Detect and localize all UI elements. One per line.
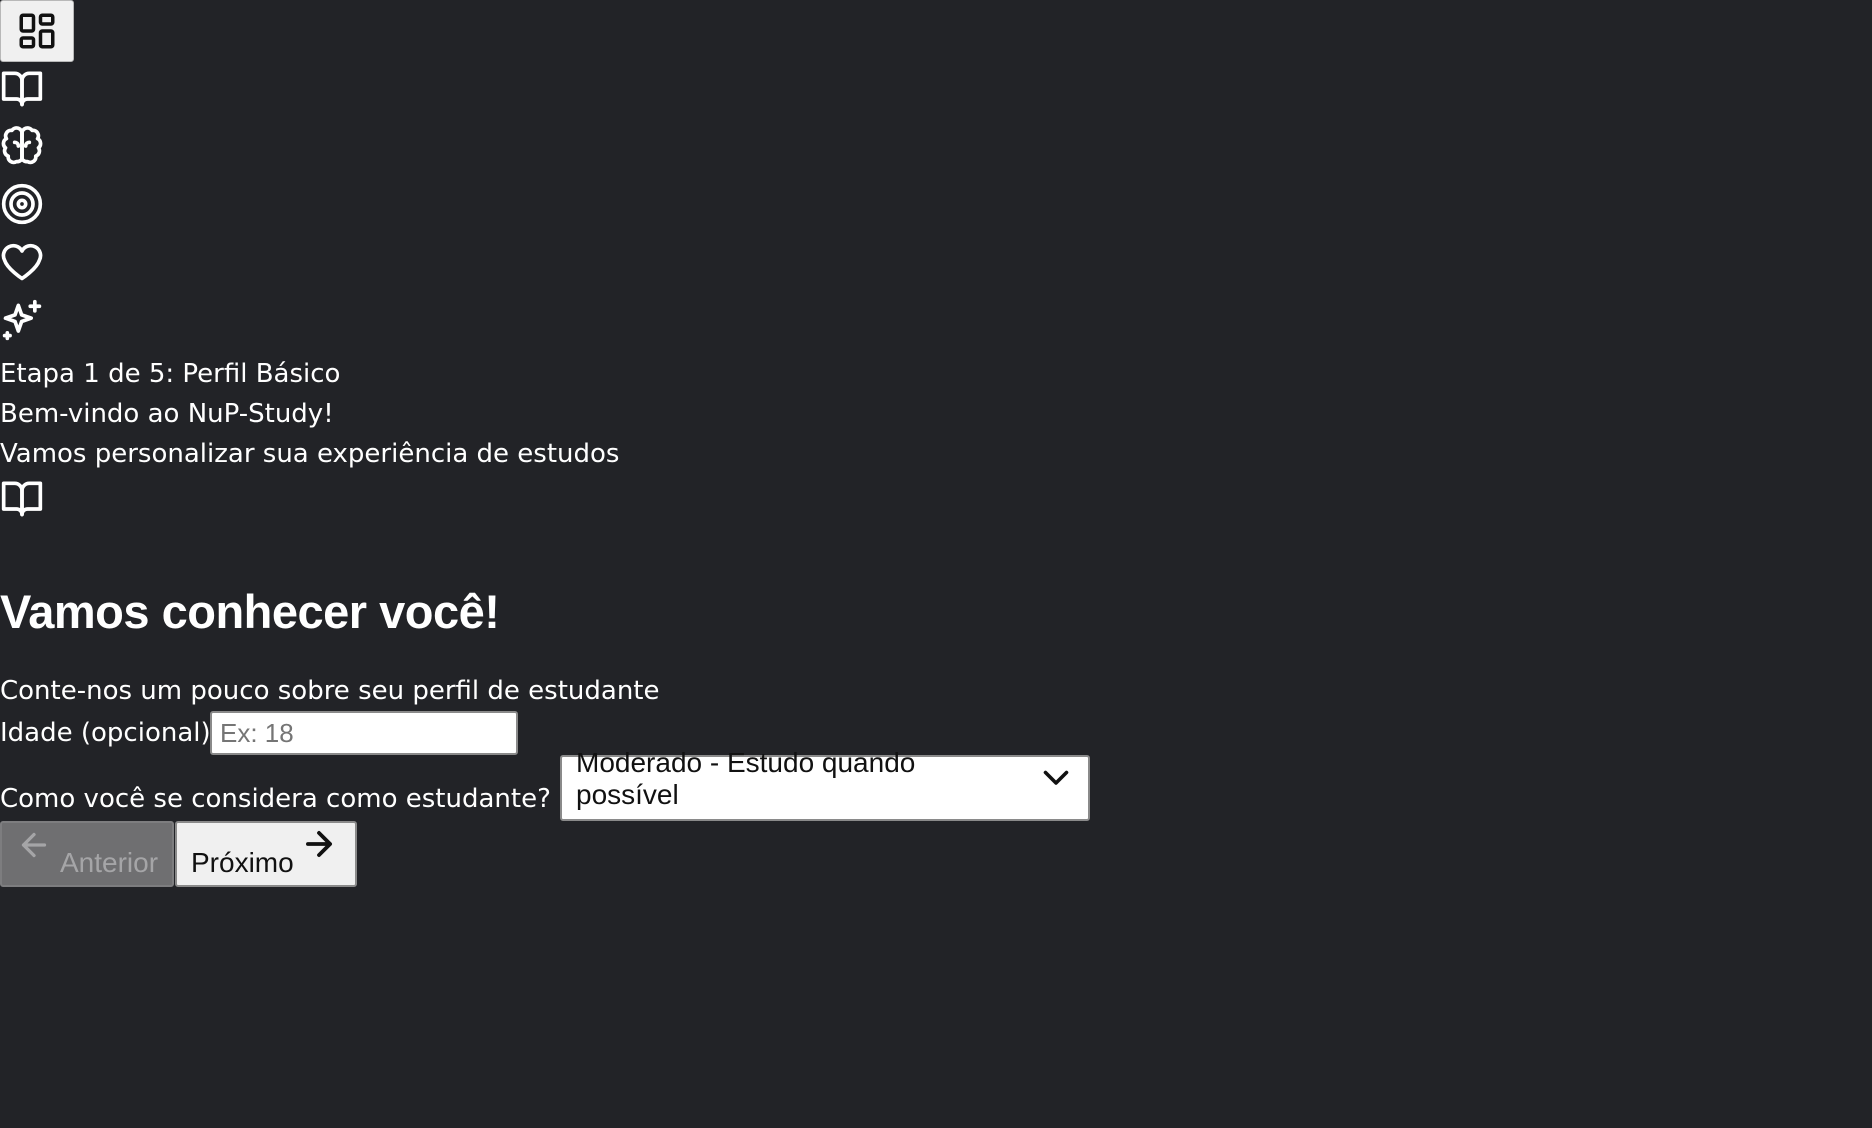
section-description: Conte-nos um pouco sobre seu perfil de e… bbox=[0, 676, 660, 706]
brain-icon[interactable] bbox=[0, 124, 44, 168]
previous-button-label: Anterior bbox=[60, 847, 159, 878]
chevron-down-icon bbox=[1038, 759, 1074, 795]
welcome-title: Bem-vindo ao NuP-Study! bbox=[0, 399, 334, 429]
next-button[interactable]: Próximo bbox=[175, 821, 357, 887]
dashboard-icon bbox=[16, 10, 58, 52]
arrow-right-icon bbox=[300, 825, 338, 863]
next-button-label: Próximo bbox=[191, 847, 294, 878]
welcome-subtitle: Vamos personalizar sua experiência de es… bbox=[0, 439, 620, 469]
student-type-select[interactable]: Moderado - Estudo quando possível bbox=[560, 747, 1090, 821]
step-indicator: Etapa 1 de 5: Perfil Básico bbox=[0, 359, 341, 389]
target-icon[interactable] bbox=[0, 182, 44, 226]
age-input[interactable] bbox=[210, 711, 518, 755]
book-icon bbox=[0, 476, 44, 520]
student-type-value: Moderado - Estudo quando possível bbox=[576, 747, 916, 810]
book-icon[interactable] bbox=[0, 66, 44, 110]
page-title: Vamos conhecer você! bbox=[0, 585, 500, 638]
arrow-left-icon bbox=[16, 827, 52, 863]
previous-button[interactable]: Anterior bbox=[0, 821, 174, 887]
dashboard-button[interactable] bbox=[0, 0, 74, 62]
heart-icon[interactable] bbox=[0, 240, 44, 284]
student-type-label: Como você se considera como estudante? bbox=[0, 784, 551, 814]
age-label: Idade (opcional) bbox=[0, 718, 211, 748]
sparkles-icon[interactable] bbox=[0, 298, 44, 342]
